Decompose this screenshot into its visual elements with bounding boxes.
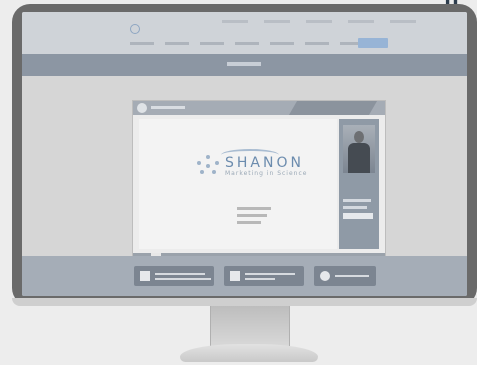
inquiry-button[interactable] <box>314 266 376 286</box>
page-title <box>227 62 261 66</box>
download-label <box>155 270 211 283</box>
action-bar <box>22 256 467 296</box>
channel-avatar <box>137 103 147 113</box>
utility-link[interactable] <box>390 20 416 23</box>
inquiry-label <box>335 272 369 280</box>
nav-item[interactable] <box>305 42 329 45</box>
presentation-slide: SHANON Marketing in Science <box>139 119 337 249</box>
document-label <box>245 270 295 283</box>
utility-link[interactable] <box>264 20 290 23</box>
nav-item[interactable] <box>235 42 259 45</box>
monitor-chin <box>12 298 477 306</box>
utility-link[interactable] <box>306 20 332 23</box>
topbar-stripe <box>288 101 378 115</box>
utility-link[interactable] <box>222 20 248 23</box>
slide-presenter-info <box>237 207 271 228</box>
monitor-stand-base <box>180 344 318 362</box>
channel-name <box>151 106 185 109</box>
speaker-caption <box>343 199 375 223</box>
nav-item[interactable] <box>200 42 224 45</box>
shanon-logo: SHANON Marketing in Science <box>197 155 307 177</box>
question-icon <box>320 271 330 281</box>
nav-item[interactable] <box>165 42 189 45</box>
video-player[interactable]: SHANON Marketing in Science <box>132 100 386 268</box>
speaker-panel <box>339 119 379 249</box>
utility-link[interactable] <box>348 20 374 23</box>
player-topbar <box>133 101 385 115</box>
shanon-brand-name: SHANON <box>225 154 304 171</box>
nav-item[interactable] <box>270 42 294 45</box>
monitor-stand-neck <box>210 306 290 346</box>
document-button[interactable] <box>224 266 304 286</box>
document-icon <box>230 271 240 281</box>
site-logo[interactable] <box>130 22 176 36</box>
download-button[interactable] <box>134 266 214 286</box>
monitor-screen: SHANON Marketing in Science <box>22 12 467 296</box>
site-header <box>22 12 467 54</box>
main-nav <box>130 42 364 45</box>
shanon-wordmark: SHANON Marketing in Science <box>225 156 307 177</box>
shanon-mark-icon <box>197 155 219 177</box>
monitor-frame: SHANON Marketing in Science <box>12 4 477 306</box>
logo-mark-icon <box>130 24 140 34</box>
utility-links <box>222 20 416 23</box>
download-icon <box>140 271 150 281</box>
nav-item[interactable] <box>130 42 154 45</box>
shanon-tagline: Marketing in Science <box>225 169 308 177</box>
nav-cta-button[interactable] <box>358 38 388 48</box>
speaker-photo <box>343 125 375 173</box>
